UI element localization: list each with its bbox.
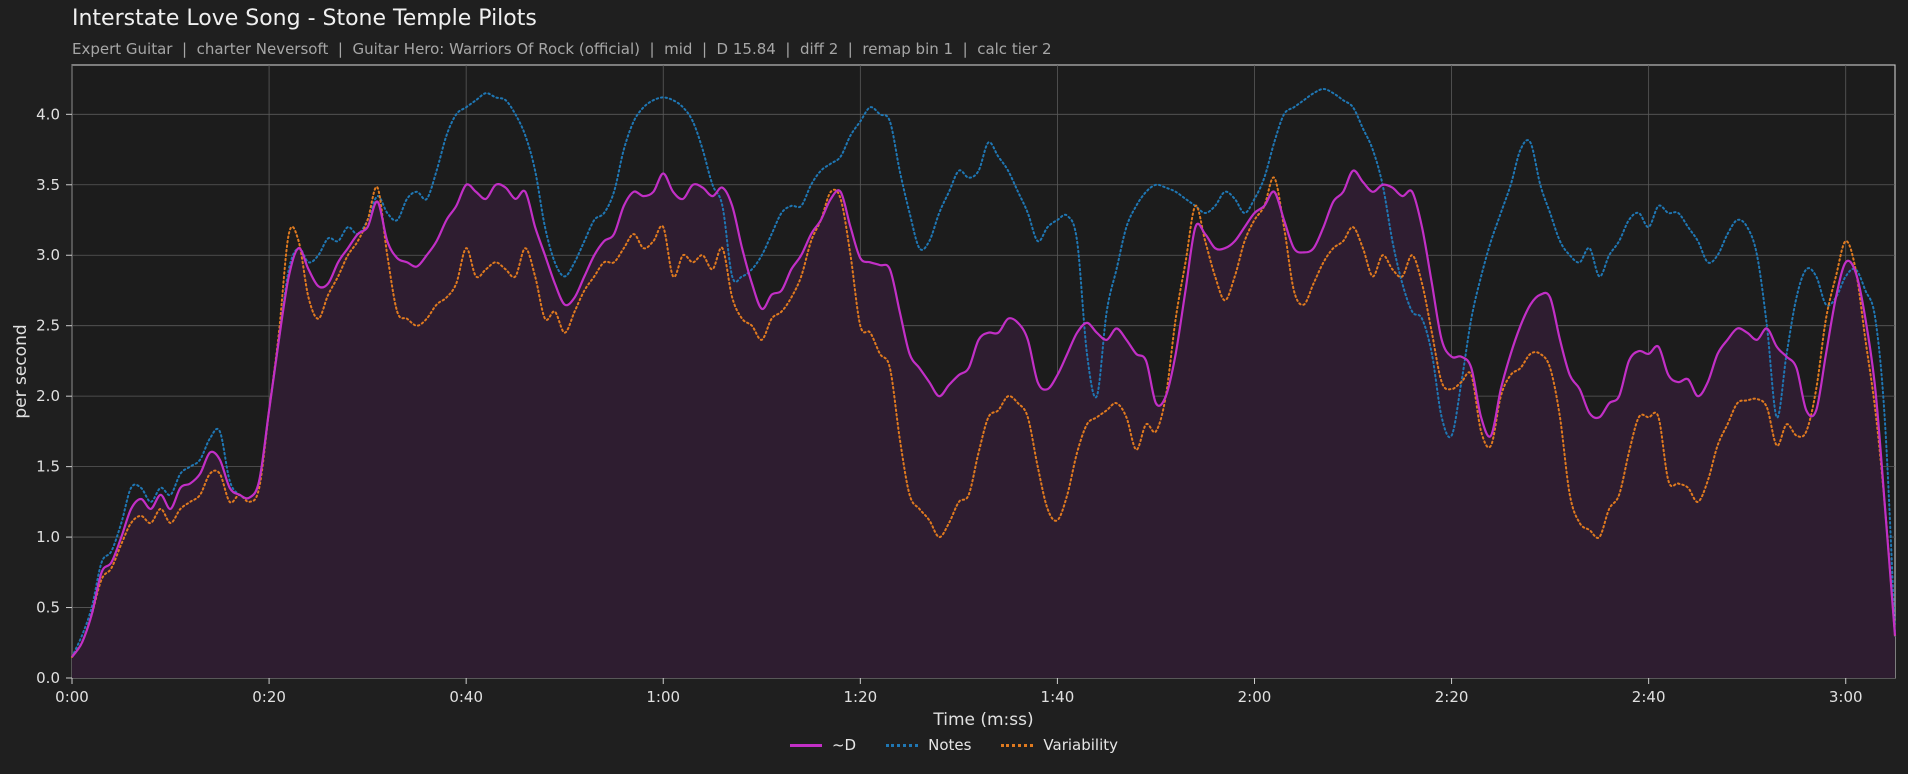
legend-label-d: ~D — [831, 736, 857, 754]
legend-item-d[interactable]: ~D — [789, 736, 857, 754]
x-tick-label: 0:20 — [252, 688, 286, 706]
x-tick-label: 3:00 — [1829, 688, 1863, 706]
x-tick-label: 1:20 — [843, 688, 877, 706]
x-axis: 0:00 0:20 0:40 1:00 1:20 1:40 2:00 2:20 2:40 3:00 — [55, 678, 1863, 706]
x-tick-label: 1:00 — [646, 688, 680, 706]
y-tick-label: 3.5 — [36, 176, 60, 194]
y-tick-label: 2.5 — [36, 317, 60, 335]
legend-swatch-variability — [1001, 743, 1034, 747]
x-tick-label: 0:00 — [55, 688, 89, 706]
x-axis-label: Time (m:ss) — [932, 710, 1033, 730]
x-tick-label: 1:40 — [1041, 688, 1075, 706]
legend-item-variability[interactable]: Variability — [1001, 736, 1118, 754]
y-axis: 0.0 0.5 1.0 1.5 2.0 2.5 3.0 3.5 4.0 — [36, 105, 72, 687]
y-tick-label: 0.5 — [36, 599, 60, 617]
y-tick-label: 3.0 — [36, 246, 60, 264]
x-tick-label: 0:40 — [449, 688, 483, 706]
legend-swatch-d — [789, 743, 822, 747]
chart-svg: 0:00 0:20 0:40 1:00 1:20 1:40 2:00 2:20 2:40 3:00… — [11, 64, 1897, 730]
y-tick-label: 1.0 — [36, 528, 60, 546]
x-tick-label: 2:20 — [1435, 688, 1469, 706]
legend: ~D Notes Variability — [0, 736, 1908, 754]
legend-item-notes[interactable]: Notes — [886, 736, 971, 754]
y-tick-label: 2.0 — [36, 387, 60, 405]
legend-label-variability: Variability — [1043, 736, 1119, 754]
y-tick-label: 1.5 — [36, 458, 60, 476]
legend-swatch-notes — [886, 743, 919, 747]
legend-label-notes: Notes — [928, 736, 972, 754]
x-tick-label: 2:40 — [1632, 688, 1666, 706]
y-tick-label: 0.0 — [36, 669, 60, 687]
y-tick-label: 4.0 — [36, 105, 60, 123]
y-axis-label: per second — [11, 324, 31, 418]
x-tick-label: 2:00 — [1238, 688, 1272, 706]
